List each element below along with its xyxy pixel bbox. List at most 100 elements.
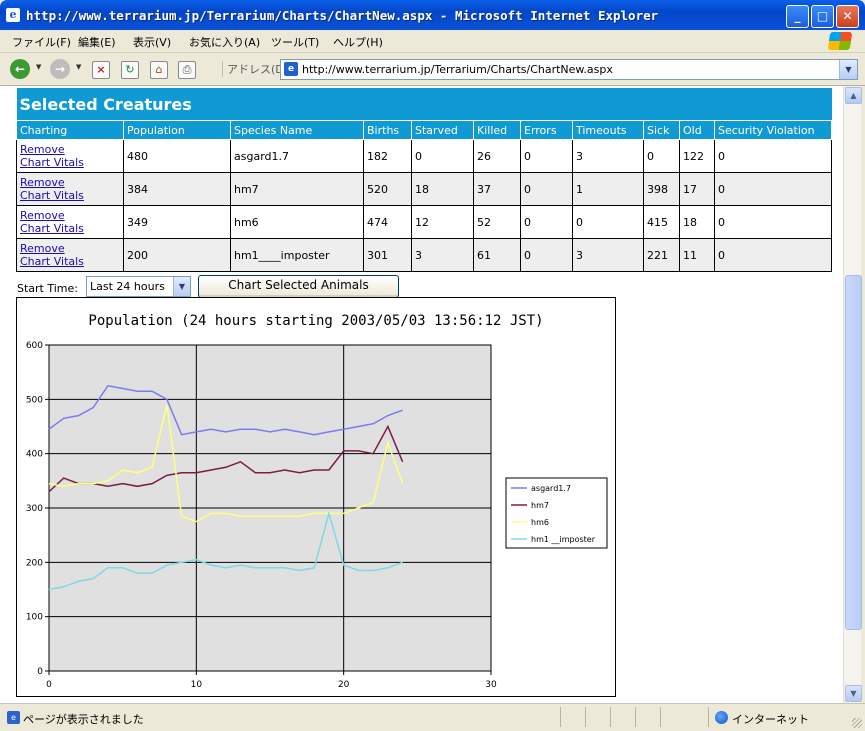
menu-edit[interactable]: 編集(E)	[78, 34, 116, 50]
col-killed: Killed	[473, 120, 521, 140]
address-url[interactable]: http://www.terrarium.jp/Terrarium/Charts…	[302, 63, 613, 76]
x-tick-label: 30	[485, 680, 497, 690]
col-old: Old	[679, 120, 715, 140]
refresh-icon[interactable]: ↻	[121, 61, 139, 79]
back-dropdown-icon[interactable]: ▼	[36, 63, 41, 71]
errors-cell: 0	[520, 172, 573, 206]
forward-arrow-icon[interactable]: →	[50, 59, 70, 79]
menu-file[interactable]: ファイル(F)	[12, 34, 71, 50]
chart-vitals-link[interactable]: Chart Vitals	[20, 255, 120, 268]
starved-cell: 0	[411, 139, 474, 173]
resize-grip[interactable]	[852, 718, 862, 728]
ie-page-icon: e	[6, 8, 20, 22]
errors-cell: 0	[520, 205, 573, 239]
births-cell: 520	[363, 172, 412, 206]
status-text: ページが表示されました	[23, 713, 144, 726]
toolbar: ← ▼ → ▼ × ↻ ⌂ ⎙ アドレス(D) e http://www.ter…	[0, 53, 865, 86]
menu-view[interactable]: 表示(V)	[133, 34, 171, 50]
timeouts-cell: 1	[572, 172, 644, 206]
population-chart: Population (24 hours starting 2003/05/03…	[16, 297, 616, 697]
menu-help[interactable]: ヘルプ(H)	[333, 34, 383, 50]
births-cell: 301	[363, 238, 412, 272]
x-tick-label: 20	[338, 680, 350, 690]
address-dropdown-icon[interactable]: ▼	[839, 60, 857, 79]
col-starved: Starved	[411, 120, 474, 140]
y-tick-label: 400	[26, 450, 43, 460]
col-security-violation: Security Violation	[714, 120, 832, 140]
menu-favorites[interactable]: お気に入り(A)	[189, 34, 260, 50]
y-tick-label: 300	[26, 504, 43, 514]
start-time-label: Start Time:	[17, 282, 78, 295]
home-icon[interactable]: ⌂	[150, 61, 168, 79]
start-time-value: Last 24 hours	[90, 280, 165, 293]
menu-tools[interactable]: ツール(T)	[271, 34, 319, 50]
col-species-name: Species Name	[230, 120, 364, 140]
births-cell: 182	[363, 139, 412, 173]
population-cell: 200	[123, 238, 231, 272]
col-population: Population	[123, 120, 231, 140]
chart-svg: Population (24 hours starting 2003/05/03…	[26, 313, 608, 690]
species-cell: hm1____imposter	[230, 238, 364, 272]
timeouts-cell: 3	[572, 139, 644, 173]
remove-link[interactable]: Remove	[20, 143, 120, 156]
security-violation-cell: 0	[714, 139, 832, 173]
killed-cell: 26	[473, 139, 521, 173]
chart-title: Population (24 hours starting 2003/05/03…	[88, 313, 543, 329]
windows-logo-icon	[827, 32, 853, 50]
starved-cell: 3	[411, 238, 474, 272]
stop-icon[interactable]: ×	[92, 61, 110, 79]
close-button[interactable]: ✕	[836, 5, 859, 28]
security-violation-cell: 0	[714, 238, 832, 272]
back-arrow-icon[interactable]: ←	[10, 59, 30, 79]
chart-selected-animals-button[interactable]: Chart Selected Animals	[198, 275, 399, 298]
col-timeouts: Timeouts	[572, 120, 644, 140]
table-row: Remove Chart Vitals 384 hm7 520 18 37 0 1…	[16, 172, 832, 206]
status-bar: e ページが表示されました インターネット	[0, 703, 865, 731]
x-tick-label: 10	[191, 680, 203, 690]
timeouts-cell: 3	[572, 238, 644, 272]
maximize-button[interactable]: □	[811, 5, 834, 28]
y-tick-label: 200	[26, 558, 43, 568]
killed-cell: 52	[473, 205, 521, 239]
start-time-select[interactable]: Last 24 hours ▼	[86, 276, 191, 297]
print-icon[interactable]: ⎙	[178, 61, 196, 79]
legend-entry: hm7	[531, 501, 549, 510]
y-tick-label: 0	[37, 667, 43, 677]
starved-cell: 18	[411, 172, 474, 206]
killed-cell: 37	[473, 172, 521, 206]
timeouts-cell: 0	[572, 205, 644, 239]
remove-link[interactable]: Remove	[20, 176, 120, 189]
vertical-scrollbar[interactable]: ▲ ▼	[843, 86, 862, 703]
table-row: Remove Chart Vitals 349 hm6 474 12 52 0 0…	[16, 205, 832, 239]
table-caption: Selected Creatures	[16, 88, 832, 121]
table-row: Remove Chart Vitals 480 asgard1.7 182 0 2…	[16, 139, 832, 173]
window-titlebar[interactable]: e http://www.terrarium.jp/Terrarium/Char…	[0, 0, 865, 30]
selected-creatures-table: Selected Creatures Charting Population S…	[16, 88, 832, 272]
y-tick-label: 500	[26, 395, 43, 405]
page-icon: e	[284, 62, 298, 76]
remove-link[interactable]: Remove	[20, 209, 120, 222]
chevron-down-icon[interactable]: ▼	[173, 277, 190, 296]
remove-link[interactable]: Remove	[20, 242, 120, 255]
errors-cell: 0	[520, 238, 573, 272]
chart-vitals-link[interactable]: Chart Vitals	[20, 189, 120, 202]
y-tick-label: 100	[26, 613, 43, 623]
species-cell: asgard1.7	[230, 139, 364, 173]
species-cell: hm7	[230, 172, 364, 206]
menu-bar: ファイル(F) 編集(E) 表示(V) お気に入り(A) ツール(T) ヘルプ(…	[0, 30, 865, 53]
address-bar[interactable]: e http://www.terrarium.jp/Terrarium/Char…	[280, 59, 858, 80]
scroll-up-arrow-icon[interactable]: ▲	[845, 87, 862, 104]
scrollbar-thumb[interactable]	[845, 275, 862, 630]
sick-cell: 0	[643, 139, 680, 173]
security-zone-text: インターネット	[732, 713, 809, 726]
scroll-down-arrow-icon[interactable]: ▼	[845, 685, 862, 702]
old-cell: 17	[679, 172, 715, 206]
address-label: アドレス(D)	[222, 61, 288, 77]
forward-dropdown-icon[interactable]: ▼	[76, 63, 81, 71]
minimize-button[interactable]: _	[786, 5, 809, 28]
chart-vitals-link[interactable]: Chart Vitals	[20, 156, 120, 169]
legend-entry: hm6	[531, 518, 549, 527]
table-row: Remove Chart Vitals 200 hm1____imposter 3…	[16, 238, 832, 272]
chart-vitals-link[interactable]: Chart Vitals	[20, 222, 120, 235]
killed-cell: 61	[473, 238, 521, 272]
